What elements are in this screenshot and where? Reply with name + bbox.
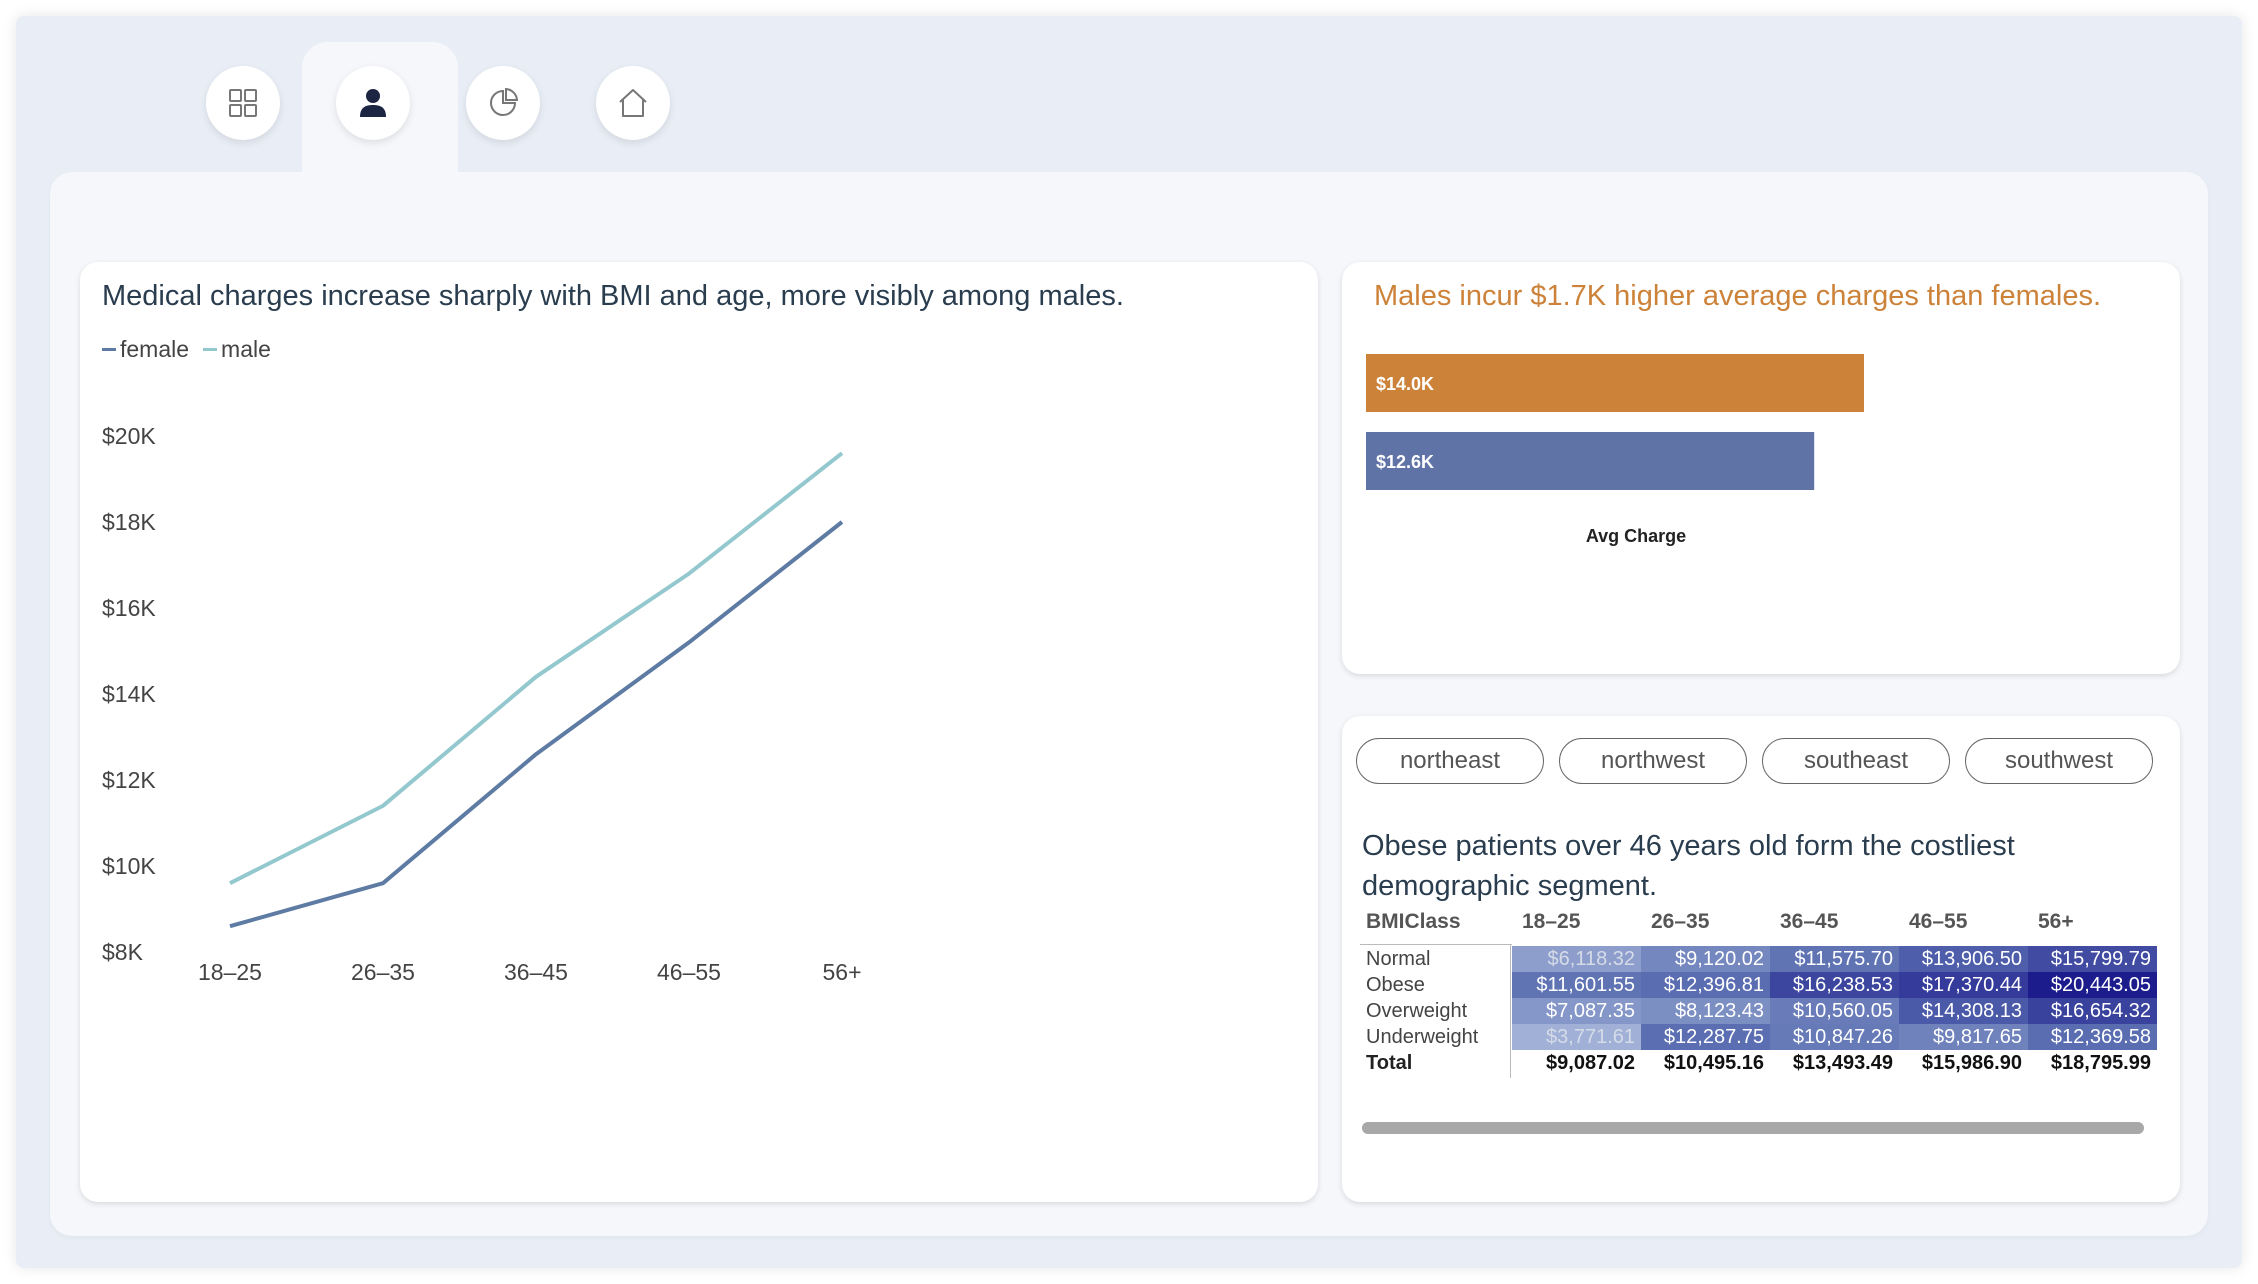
matrix-row-label: Obese	[1366, 973, 1425, 996]
series-line-male[interactable]	[229, 451, 844, 885]
bmi-age-matrix: BMIClass 18–25 26–35 36–45 46–55 56+ Nor…	[1360, 902, 2160, 1078]
matrix-cell[interactable]: $11,601.55	[1512, 972, 1641, 998]
x-tick-label: 18–25	[198, 959, 262, 985]
matrix-horizontal-scrollbar[interactable]	[1362, 1122, 2144, 1134]
matrix-cell[interactable]: $6,118.32	[1512, 946, 1641, 972]
bar-chart-plot: $14.0K $12.6K Avg Charge	[1366, 354, 1864, 546]
home-icon	[619, 89, 647, 117]
y-tick-label: $8K	[102, 939, 144, 965]
matrix-total-row: Total $9,087.02 $10,495.16 $13,493.49 $1…	[1360, 1050, 2160, 1076]
bar-male[interactable]	[1366, 354, 1864, 412]
grid-icon	[229, 89, 257, 117]
y-tick-label: $14K	[102, 681, 156, 707]
matrix-total-cell: $18,795.99	[2050, 1052, 2151, 1074]
tab-home[interactable]	[596, 66, 670, 140]
matrix-header: BMIClass 18–25 26–35 36–45 46–55 56+	[1360, 902, 2160, 942]
matrix-row-label: Normal	[1366, 947, 1431, 970]
matrix-row-label: Overweight	[1366, 999, 1468, 1022]
line-chart-plot: $20K $18K $16K $14K $12K $10K $8K 18–25 26–35 36–…	[102, 423, 862, 985]
matrix-cell[interactable]: $14,308.13	[1899, 998, 2028, 1024]
matrix-title-line2: demographic segment.	[1362, 870, 1657, 902]
matrix-title: Obese patients over 46 years old form th…	[1362, 826, 2015, 906]
matrix-cell[interactable]: $10,847.26	[1770, 1024, 1899, 1050]
filter-southeast[interactable]: southeast	[1762, 738, 1950, 784]
matrix-col-header[interactable]: 56+	[2028, 910, 2157, 934]
series-line-female[interactable]	[229, 520, 844, 929]
matrix-row: Normal $6,118.32 $9,120.02 $11,575.70 $13,90…	[1360, 946, 2160, 972]
matrix-col-header[interactable]: 18–25	[1512, 910, 1641, 934]
matrix-cell[interactable]: $16,654.32	[2028, 998, 2157, 1024]
filter-northeast[interactable]: northeast	[1356, 738, 1544, 784]
y-tick-label: $20K	[102, 423, 156, 449]
tab-breakdown[interactable]	[466, 66, 540, 140]
y-tick-label: $12K	[102, 767, 156, 793]
matrix-cell[interactable]: $16,238.53	[1770, 972, 1899, 998]
matrix-cell[interactable]: $17,370.44	[1899, 972, 2028, 998]
bar-axis-label: Avg Charge	[1586, 526, 1686, 546]
matrix-cell[interactable]: $13,906.50	[1899, 946, 2028, 972]
filter-southwest[interactable]: southwest	[1965, 738, 2153, 784]
matrix-total-cell: $13,493.49	[1792, 1052, 1893, 1074]
matrix-body: Normal $6,118.32 $9,120.02 $11,575.70 $13,90…	[1360, 946, 2160, 1050]
matrix-row: Underweight $3,771.61 $12,287.75 $10,847.26…	[1360, 1024, 2160, 1050]
bar-data-label: $14.0K	[1376, 374, 1434, 394]
matrix-cell[interactable]: $3,771.61	[1512, 1024, 1641, 1050]
matrix-title-line1: Obese patients over 46 years old form th…	[1362, 830, 2015, 862]
tab-demographics[interactable]	[336, 66, 410, 140]
matrix-row-label: Underweight	[1366, 1025, 1479, 1048]
matrix-total-cell: $10,495.16	[1663, 1052, 1764, 1074]
person-icon	[360, 89, 386, 117]
matrix-cell[interactable]: $12,396.81	[1641, 972, 1770, 998]
y-tick-label: $10K	[102, 853, 156, 879]
x-tick-label: 56+	[822, 959, 861, 985]
matrix-cell[interactable]: $9,817.65	[1899, 1024, 2028, 1050]
matrix-divider	[1360, 944, 1512, 945]
matrix-cell[interactable]: $9,120.02	[1641, 946, 1770, 972]
bar-data-label: $12.6K	[1376, 452, 1434, 472]
y-tick-label: $18K	[102, 509, 156, 535]
bar-chart-card: Males incur $1.7K higher average charges…	[1342, 262, 2180, 674]
filter-northwest[interactable]: northwest	[1559, 738, 1747, 784]
matrix-col-header[interactable]: 46–55	[1899, 910, 2028, 934]
tab-overview[interactable]	[206, 66, 280, 140]
matrix-cell[interactable]: $11,575.70	[1770, 946, 1899, 972]
matrix-row-label: Total	[1366, 1051, 1413, 1074]
matrix-divider	[1510, 944, 1511, 1078]
matrix-row-header[interactable]: BMIClass	[1360, 910, 1512, 934]
matrix-cell[interactable]: $20,443.05	[2028, 972, 2157, 998]
line-chart-card: Medical charges increase sharply with BM…	[80, 262, 1318, 1202]
x-tick-label: 26–35	[351, 959, 415, 985]
matrix-col-header[interactable]: 26–35	[1641, 910, 1770, 934]
report-frame: Medical charges increase sharply with BM…	[16, 16, 2242, 1268]
matrix-cell[interactable]: $15,799.79	[2028, 946, 2157, 972]
matrix-cell[interactable]: $7,087.35	[1512, 998, 1641, 1024]
matrix-col-header[interactable]: 36–45	[1770, 910, 1899, 934]
matrix-total-cell: $9,087.02	[1546, 1052, 1635, 1074]
x-tick-label: 36–45	[504, 959, 568, 985]
matrix-total-cell: $15,986.90	[1921, 1052, 2022, 1074]
page-navigation	[16, 16, 2242, 192]
matrix-card: northeast northwest southeast southwest …	[1342, 716, 2180, 1202]
y-tick-label: $16K	[102, 595, 156, 621]
matrix-cell[interactable]: $12,287.75	[1641, 1024, 1770, 1050]
matrix-cell[interactable]: $8,123.43	[1641, 998, 1770, 1024]
x-tick-label: 46–55	[657, 959, 721, 985]
report-canvas: Medical charges increase sharply with BM…	[50, 172, 2208, 1236]
pie-icon	[490, 87, 519, 116]
matrix-row: Obese $11,601.55 $12,396.81 $16,238.53 $17,3…	[1360, 972, 2160, 998]
matrix-cell[interactable]: $12,369.58	[2028, 1024, 2157, 1050]
matrix-row: Overweight $7,087.35 $8,123.43 $10,560.05 $1…	[1360, 998, 2160, 1024]
matrix-cell[interactable]: $10,560.05	[1770, 998, 1899, 1024]
